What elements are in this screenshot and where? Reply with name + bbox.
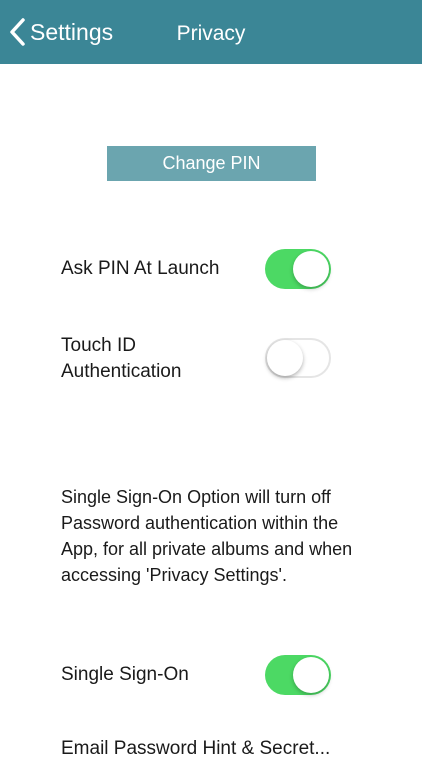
touch-id-authentication-label: Touch ID Authentication [61, 335, 182, 382]
toggle-knob [293, 657, 329, 693]
ask-pin-at-launch-toggle[interactable] [265, 249, 331, 289]
toggle-knob [293, 251, 329, 287]
change-pin-label: Change PIN [162, 153, 261, 173]
email-password-hint-label: Email Password Hint & Secret... [61, 738, 331, 759]
ask-pin-at-launch-label: Ask PIN At Launch [61, 258, 220, 279]
page-title-text: Privacy [176, 22, 246, 45]
touch-id-authentication-toggle[interactable] [265, 338, 331, 378]
toggle-knob [267, 340, 303, 376]
navigation-bar: Settings Privacy [0, 0, 422, 64]
page-title: Privacy [0, 22, 422, 46]
single-sign-on-description: Single Sign-On Option will turn off Pass… [61, 487, 353, 585]
single-sign-on-toggle[interactable] [265, 655, 331, 695]
single-sign-on-label: Single Sign-On [61, 664, 189, 685]
change-pin-button[interactable]: Change PIN [107, 146, 316, 181]
